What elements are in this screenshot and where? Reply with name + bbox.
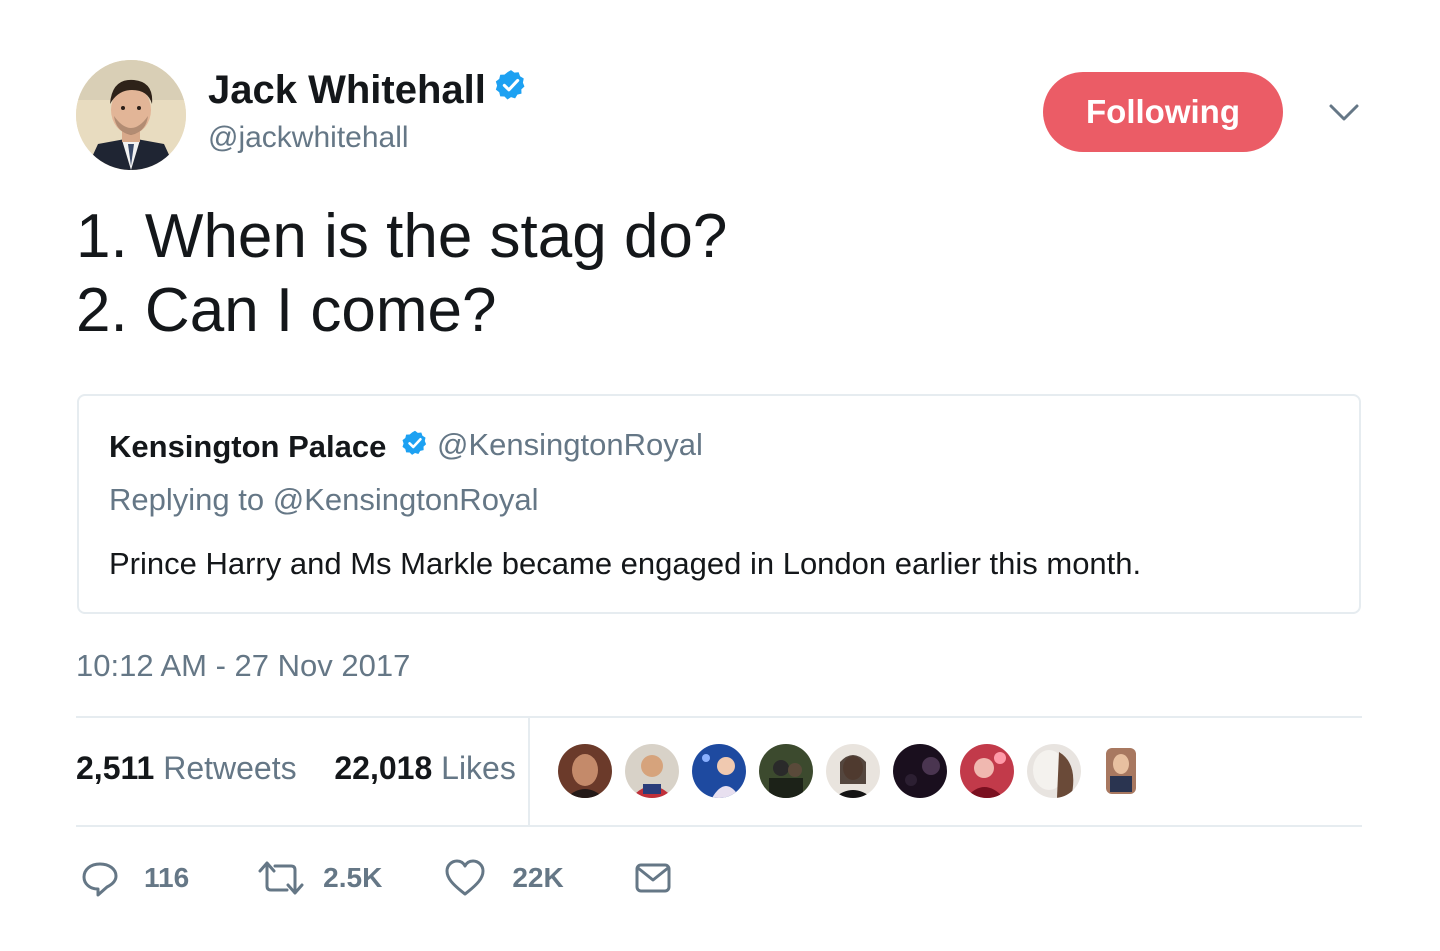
following-button[interactable]: Following [1043,72,1283,152]
likes-label: Likes [441,750,516,786]
author-avatar[interactable] [76,60,186,170]
tweet-timestamp[interactable]: 10:12 AM - 27 Nov 2017 [76,648,410,684]
author-name-text[interactable]: Jack Whitehall [208,68,486,112]
divider [76,825,1362,827]
like-action[interactable]: 22K [444,858,564,898]
likers-avatars [558,744,1148,798]
engagement-stats: 2,511 Retweets 22,018 Likes [76,750,516,787]
likes-count: 22,018 [334,750,433,786]
retweet-action[interactable]: 2.5K [257,858,382,898]
like-count: 22K [512,862,564,893]
author-name[interactable]: Jack Whitehall [208,68,528,112]
chevron-down-icon[interactable] [1326,98,1362,128]
retweets-count: 2,511 [76,750,155,786]
quoted-author-handle: @KensingtonRoyal [437,427,703,462]
liker-avatar[interactable] [960,744,1014,798]
liker-avatar[interactable] [625,744,679,798]
reply-count: 116 [144,862,190,893]
verified-badge-icon [494,67,528,111]
liker-avatar[interactable] [1027,744,1081,798]
likes-stat[interactable]: 22,018 Likes [334,750,515,786]
tweet-text: 1. When is the stag do? 2. Can I come? [76,202,728,345]
liker-avatar[interactable] [826,744,880,798]
author-handle[interactable]: @jackwhitehall [208,120,409,156]
retweets-label: Retweets [163,750,297,786]
direct-message-action[interactable] [634,860,672,896]
quoted-author-name: Kensington Palace [109,429,387,464]
replying-to-line: Replying to @KensingtonRoyal [109,482,539,518]
liker-avatar[interactable] [692,744,746,798]
quoted-tweet-text: Prince Harry and Ms Markle became engage… [109,546,1142,581]
quoted-tweet-card[interactable]: Kensington Palace @KensingtonRoyal Reply… [77,394,1361,614]
replying-to-link[interactable]: @KensingtonRoyal [273,482,539,517]
heart-icon [444,858,486,898]
divider [76,716,1362,718]
reply-action[interactable]: 116 [80,858,189,898]
liker-avatar[interactable] [1094,744,1148,798]
divider [528,718,530,826]
liker-avatar[interactable] [893,744,947,798]
tweet-actions: 116 2.5K 22K [80,858,672,898]
verified-badge-icon [401,429,429,462]
liker-avatar[interactable] [558,744,612,798]
retweet-icon [257,858,305,898]
reply-icon [80,858,120,898]
retweet-count: 2.5K [323,862,383,893]
replying-to-prefix: Replying to [109,482,273,517]
liker-avatar[interactable] [759,744,813,798]
retweets-stat[interactable]: 2,511 Retweets [76,750,297,786]
envelope-icon [634,860,672,896]
